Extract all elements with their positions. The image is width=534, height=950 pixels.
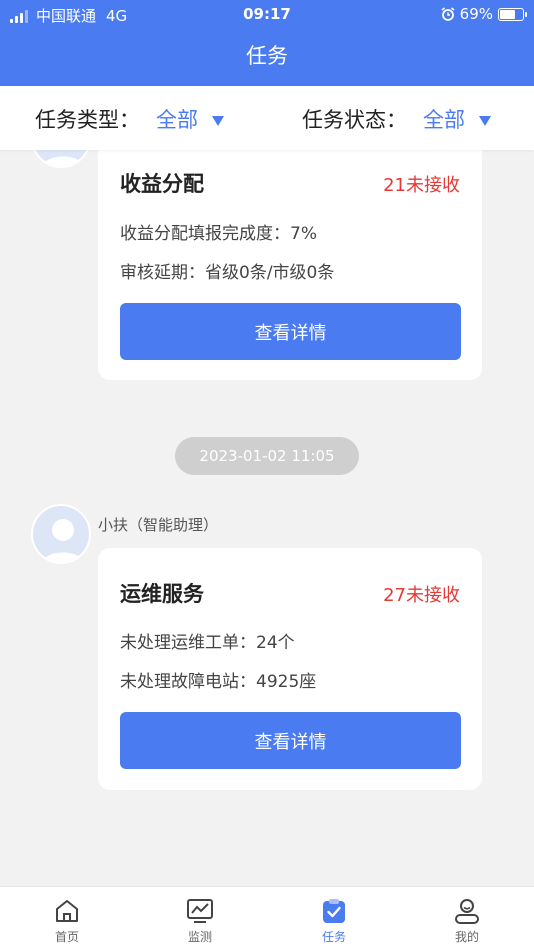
user-silhouette-icon (42, 156, 84, 166)
task-type-value[interactable]: 全部 (156, 104, 198, 134)
card-detail-line: 审核延期：省级0条/市级0条 (120, 263, 335, 283)
task-status-label: 任务状态： (302, 108, 407, 132)
filter-bar: 任务类型： 全部 任务状态： 全部 (0, 86, 534, 150)
tab-label: 监测 (187, 930, 212, 944)
card-detail-line: 收益分配填报完成度：7% (120, 224, 317, 244)
dropdown-arrow-icon[interactable] (212, 116, 224, 126)
monitor-icon (187, 899, 213, 923)
tab-home[interactable]: 首页 (17, 887, 117, 950)
bottom-tab-bar: 首页 监测 任务 我的 (0, 886, 534, 950)
sender-name: 小扶（智能助理） (98, 516, 219, 534)
view-details-button[interactable]: 查看详情 (120, 712, 461, 769)
card-detail-line: 未处理故障电站：4925座 (120, 672, 317, 692)
battery-icon (498, 7, 527, 21)
card-title: 运维服务 (120, 582, 204, 606)
profile-icon (455, 899, 479, 924)
card-title: 收益分配 (120, 172, 204, 196)
alarm-icon (441, 7, 455, 21)
home-icon (56, 900, 78, 922)
status-bar: 中国联通 4G 09:17 69% (0, 0, 534, 30)
tab-label: 首页 (54, 930, 79, 944)
task-icon (323, 899, 345, 923)
task-status-value[interactable]: 全部 (423, 104, 465, 134)
tab-label: 任务 (321, 930, 346, 944)
task-status-filter[interactable]: 任务状态： 全部 (302, 104, 491, 134)
tab-profile[interactable]: 我的 (417, 887, 517, 950)
task-card-revenue: 收益分配 21未接收 收益分配填报完成度：7% 审核延期：省级0条/市级0条 查… (98, 150, 482, 380)
message-list[interactable]: 收益分配 21未接收 收益分配填报完成度：7% 审核延期：省级0条/市级0条 查… (0, 150, 534, 886)
task-card-maintenance: 运维服务 27未接收 未处理运维工单：24个 未处理故障电站：4925座 查看详… (98, 548, 482, 790)
avatar (31, 150, 91, 168)
view-details-button[interactable]: 查看详情 (120, 303, 461, 360)
card-detail-line: 未处理运维工单：24个 (120, 633, 295, 653)
dropdown-arrow-icon[interactable] (479, 116, 491, 126)
app-header: 中国联通 4G 09:17 69% 任务 (0, 0, 534, 86)
avatar (31, 504, 91, 564)
user-silhouette-icon (42, 519, 84, 562)
unreceived-count: 21未接收 (383, 175, 460, 196)
tab-task[interactable]: 任务 (284, 887, 384, 950)
task-type-filter[interactable]: 任务类型： 全部 (35, 104, 224, 134)
unreceived-count: 27未接收 (383, 585, 460, 606)
task-type-label: 任务类型： (35, 108, 140, 132)
tab-label: 我的 (454, 930, 479, 944)
tab-monitor[interactable]: 监测 (150, 887, 250, 950)
battery-percent: 69% (459, 5, 493, 23)
timestamp: 2023-01-02 11:05 (175, 437, 359, 475)
page-title: 任务 (246, 44, 288, 68)
